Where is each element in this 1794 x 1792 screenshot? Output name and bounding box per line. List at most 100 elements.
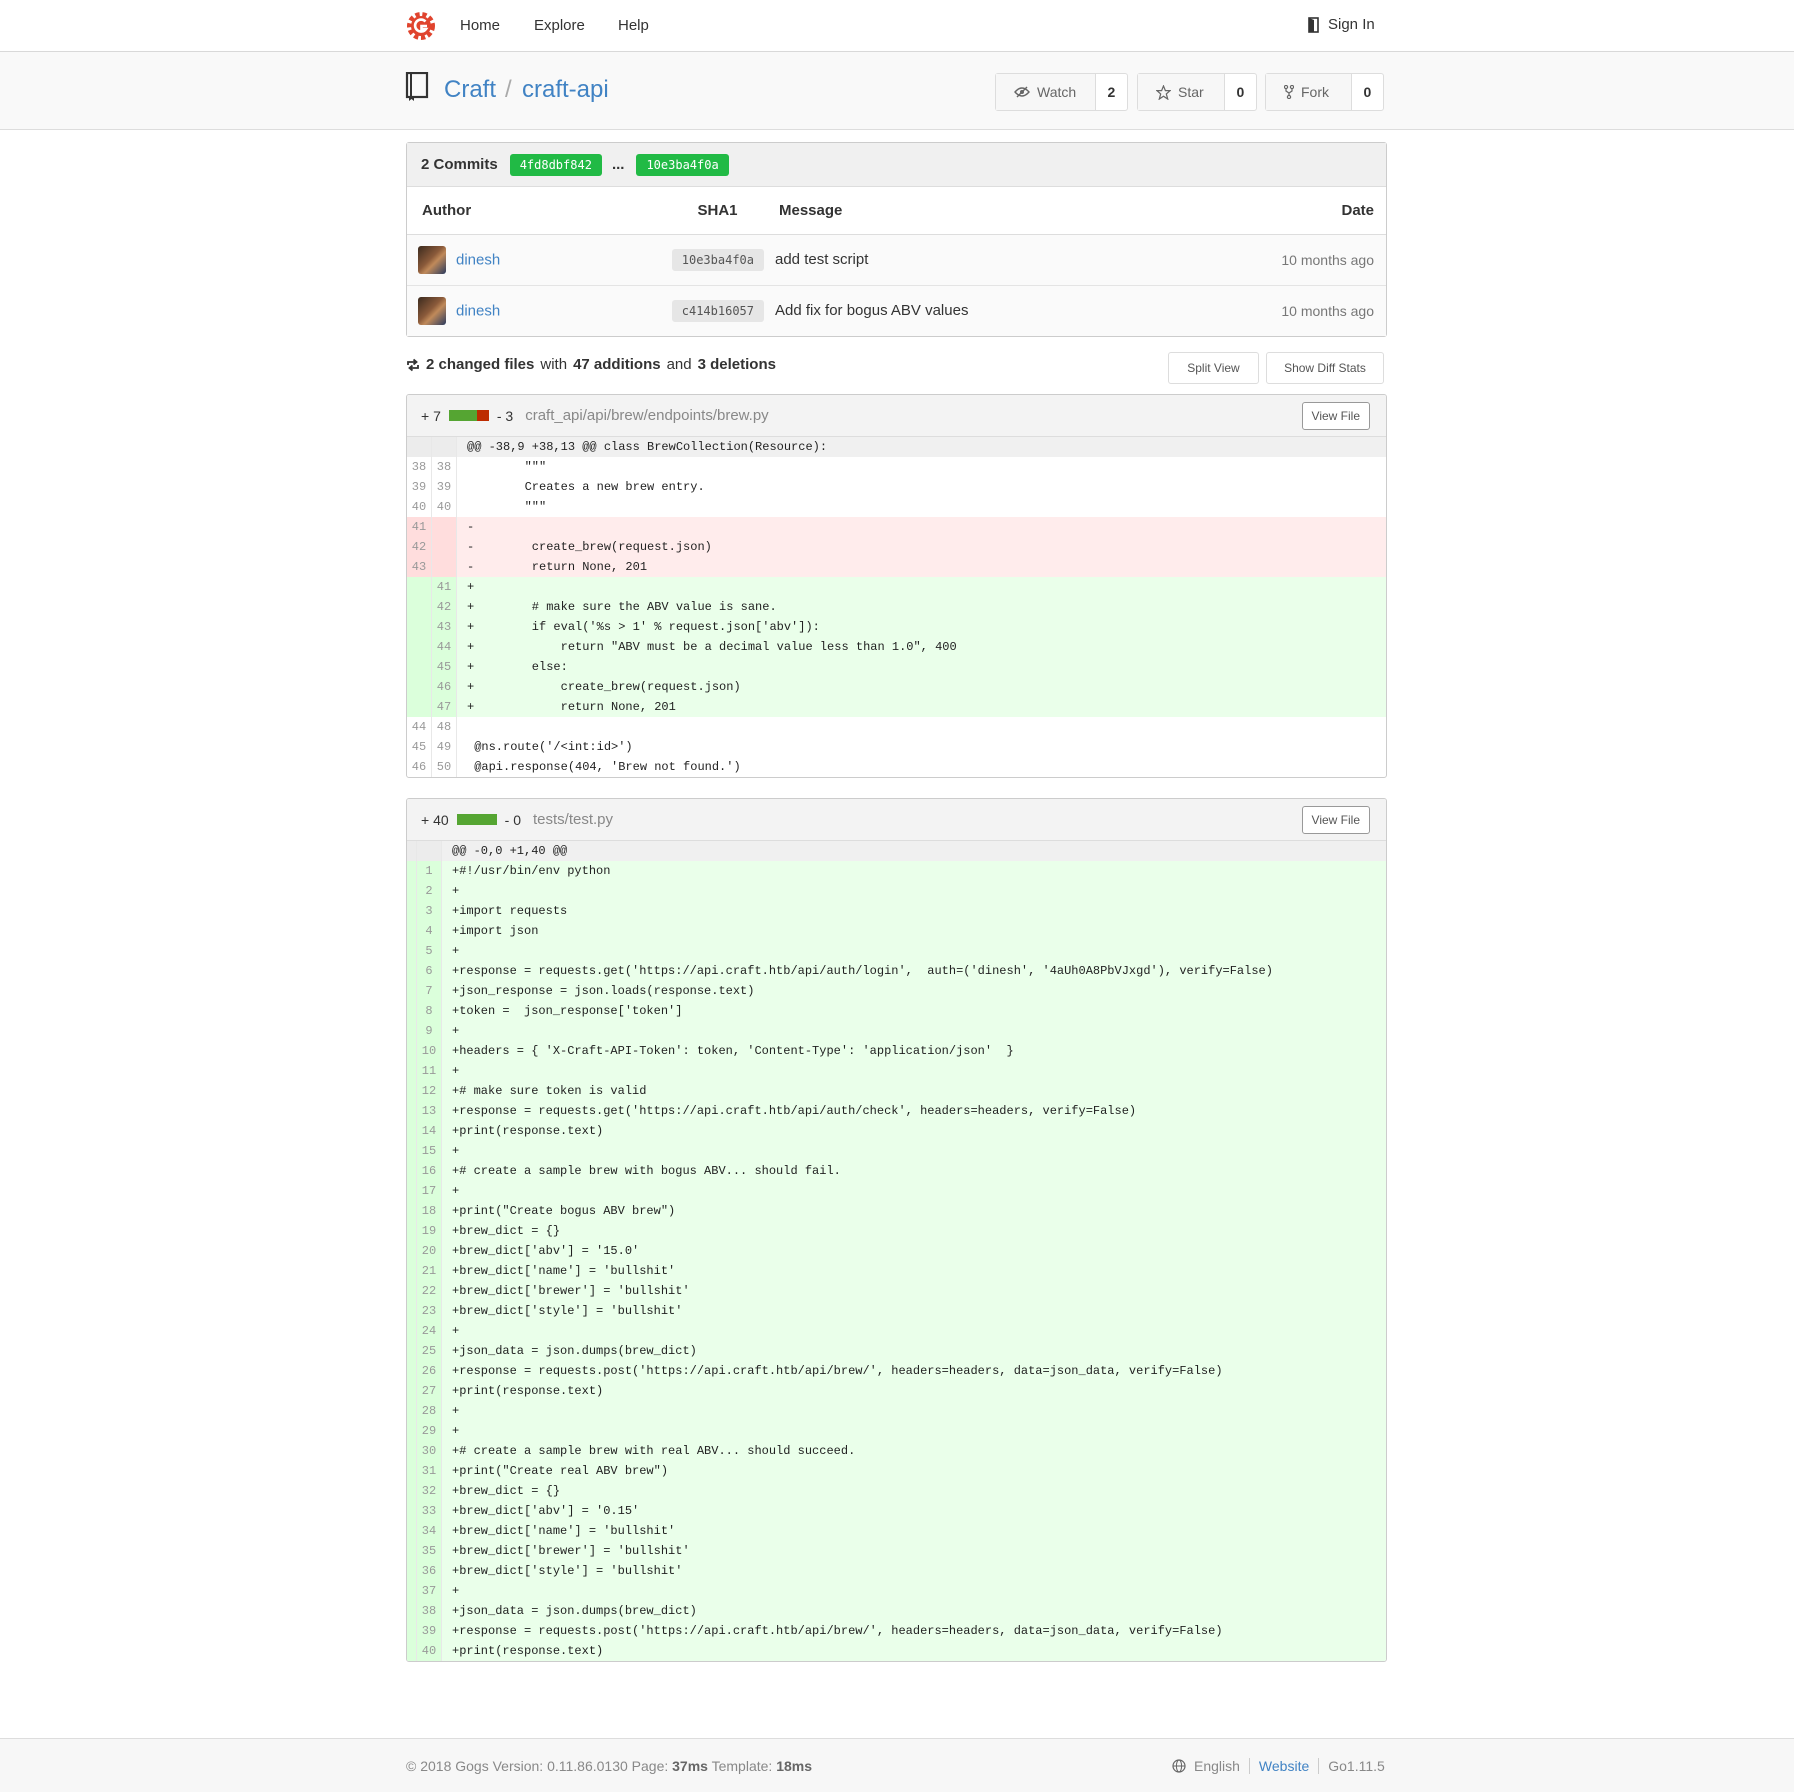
old-line-number[interactable]: 41 [407,517,432,537]
new-line-number[interactable]: 20 [417,1241,442,1261]
and-text: and [666,356,692,373]
old-line-number[interactable]: 38 [407,457,432,477]
new-line-number[interactable]: 4 [417,921,442,941]
old-line-number[interactable]: 46 [407,757,432,777]
old-line-number[interactable] [407,637,432,657]
commit-sha-link[interactable]: c414b16057 [671,299,764,322]
gogs-logo-icon[interactable] [405,10,437,42]
old-line-number[interactable] [407,677,432,697]
new-line-number[interactable]: 44 [432,637,457,657]
new-line-number[interactable]: 37 [417,1581,442,1601]
new-line-number[interactable]: 39 [432,477,457,497]
new-line-number[interactable]: 38 [417,1601,442,1621]
new-line-number[interactable]: 8 [417,1001,442,1021]
new-line-number[interactable]: 47 [432,697,457,717]
old-line-number[interactable]: 44 [407,717,432,737]
old-line-number[interactable] [407,657,432,677]
new-line-number[interactable]: 48 [432,717,457,737]
website-link[interactable]: Website [1259,1758,1309,1774]
new-line-number[interactable]: 12 [417,1081,442,1101]
nav-home-link[interactable]: Home [460,17,500,34]
new-line-number[interactable] [432,557,457,577]
new-line-number[interactable]: 34 [417,1521,442,1541]
new-line-number[interactable]: 9 [417,1021,442,1041]
new-line-number[interactable]: 28 [417,1401,442,1421]
commit-author-link[interactable]: dinesh [456,251,500,268]
new-line-number[interactable]: 25 [417,1341,442,1361]
old-line-number[interactable] [407,617,432,637]
new-line-number[interactable]: 10 [417,1041,442,1061]
new-line-number[interactable]: 16 [417,1161,442,1181]
old-line-number[interactable] [407,697,432,717]
repo-owner-link[interactable]: Craft [444,76,496,104]
commit-sha-link[interactable]: 10e3ba4f0a [671,248,764,271]
new-line-number[interactable]: 7 [417,981,442,1001]
new-line-number[interactable]: 1 [417,861,442,881]
view-file-button[interactable]: View File [1301,402,1370,430]
new-line-number[interactable]: 22 [417,1281,442,1301]
language-selector[interactable]: English [1194,1758,1240,1774]
star-button[interactable]: Star [1138,74,1225,110]
to-sha-badge[interactable]: 10e3ba4f0a [636,153,729,176]
watch-count[interactable]: 2 [1096,74,1127,110]
view-file-button[interactable]: View File [1301,806,1370,834]
from-sha-badge[interactable]: 4fd8dbf842 [509,153,602,176]
new-line-number[interactable]: 45 [432,657,457,677]
new-line-number[interactable]: 27 [417,1381,442,1401]
split-view-button[interactable]: Split View [1168,352,1259,384]
new-line-number[interactable]: 35 [417,1541,442,1561]
show-diff-stats-button[interactable]: Show Diff Stats [1266,352,1384,384]
new-line-number[interactable]: 30 [417,1441,442,1461]
new-line-number[interactable]: 43 [432,617,457,637]
new-line-number[interactable]: 33 [417,1501,442,1521]
new-line-number[interactable]: 39 [417,1621,442,1641]
old-line-number[interactable]: 43 [407,557,432,577]
nav-explore-link[interactable]: Explore [534,17,585,34]
commit-author-link[interactable]: dinesh [456,302,500,319]
new-line-number[interactable]: 40 [432,497,457,517]
new-line-number[interactable]: 31 [417,1461,442,1481]
new-line-number[interactable] [432,537,457,557]
new-line-number[interactable]: 18 [417,1201,442,1221]
fork-button[interactable]: Fork [1266,74,1352,110]
repo-name-link[interactable]: craft-api [522,76,609,104]
old-line-number[interactable]: 45 [407,737,432,757]
new-line-number[interactable]: 11 [417,1061,442,1081]
new-line-number[interactable]: 38 [432,457,457,477]
old-line-number[interactable] [407,597,432,617]
new-line-number[interactable]: 41 [432,577,457,597]
watch-button[interactable]: Watch [996,74,1096,110]
star-count[interactable]: 0 [1225,74,1256,110]
old-line-number[interactable]: 42 [407,537,432,557]
new-line-number[interactable]: 49 [432,737,457,757]
new-line-number[interactable]: 17 [417,1181,442,1201]
new-line-number[interactable]: 21 [417,1261,442,1281]
new-line-number[interactable]: 15 [417,1141,442,1161]
new-line-number[interactable]: 26 [417,1361,442,1381]
new-line-number[interactable]: 14 [417,1121,442,1141]
new-line-number[interactable]: 42 [432,597,457,617]
nav-help-link[interactable]: Help [618,17,649,34]
avatar[interactable] [418,245,446,274]
avatar[interactable] [418,296,446,325]
new-line-number[interactable] [432,517,457,537]
new-line-number[interactable]: 40 [417,1641,442,1661]
new-line-number[interactable]: 36 [417,1561,442,1581]
fork-count[interactable]: 0 [1352,74,1383,110]
new-line-number[interactable]: 2 [417,881,442,901]
new-line-number[interactable]: 19 [417,1221,442,1241]
new-line-number[interactable]: 29 [417,1421,442,1441]
new-line-number[interactable]: 46 [432,677,457,697]
old-line-number[interactable]: 39 [407,477,432,497]
new-line-number[interactable]: 3 [417,901,442,921]
new-line-number[interactable]: 24 [417,1321,442,1341]
old-line-number[interactable]: 40 [407,497,432,517]
new-line-number[interactable]: 6 [417,961,442,981]
new-line-number[interactable]: 23 [417,1301,442,1321]
new-line-number[interactable]: 13 [417,1101,442,1121]
new-line-number[interactable]: 32 [417,1481,442,1501]
new-line-number[interactable]: 5 [417,941,442,961]
old-line-number[interactable] [407,577,432,597]
sign-in-link[interactable]: Sign In [1308,16,1375,33]
new-line-number[interactable]: 50 [432,757,457,777]
